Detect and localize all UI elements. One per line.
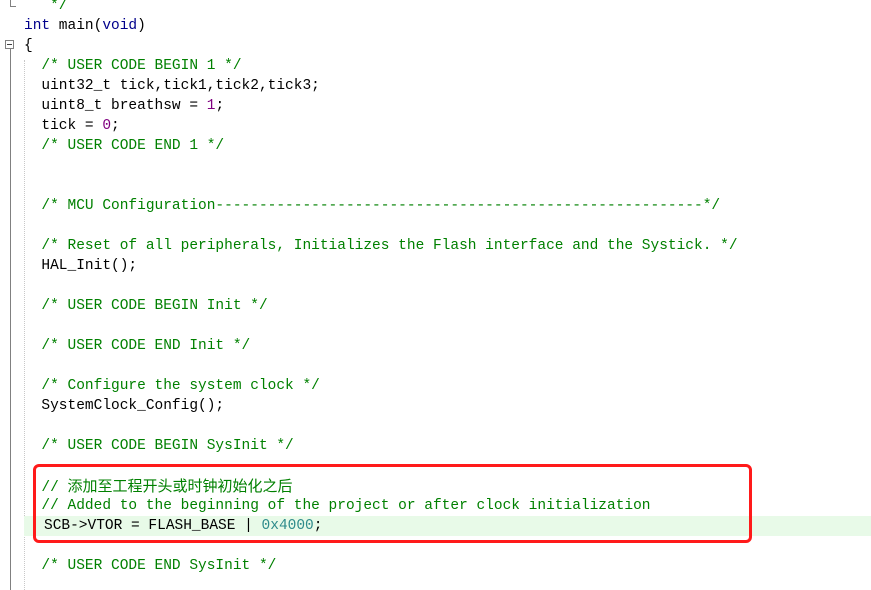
code-token: HAL_Init(); (24, 258, 138, 274)
code-token: /* Reset of all peripherals, Initializes… (24, 238, 738, 254)
code-token: uint32_t tick,tick1,tick2,tick3; (24, 78, 320, 94)
code-token: ) (137, 18, 146, 34)
code-line-text: /* USER CODE END 1 */ (24, 136, 224, 156)
code-line[interactable]: uint8_t breathsw = 1; (0, 96, 871, 116)
code-line-text: /* USER CODE END SysInit */ (24, 556, 276, 576)
code-line[interactable] (0, 276, 871, 296)
code-line[interactable] (0, 356, 871, 376)
code-line[interactable]: { (0, 36, 871, 56)
code-line[interactable]: uint32_t tick,tick1,tick2,tick3; (0, 76, 871, 96)
code-line-text: /* USER CODE BEGIN 1 */ (24, 56, 242, 76)
code-line-text: SystemClock_Config(); (24, 396, 224, 416)
code-line[interactable]: /* USER CODE END Init */ (0, 336, 871, 356)
annotation-highlight-box (33, 464, 752, 543)
code-token: ; (111, 118, 120, 134)
code-token: void (102, 18, 138, 34)
code-line[interactable]: */ (0, 0, 871, 16)
code-line[interactable] (0, 416, 871, 436)
code-token: /* USER CODE BEGIN SysInit */ (24, 438, 294, 454)
code-line[interactable]: tick = 0; (0, 116, 871, 136)
code-line[interactable]: /* USER CODE BEGIN Init */ (0, 296, 871, 316)
code-line-text: /* MCU Configuration--------------------… (24, 196, 720, 216)
code-line[interactable]: /* USER CODE END SysInit */ (0, 556, 871, 576)
code-line[interactable]: /* MCU Configuration--------------------… (0, 196, 871, 216)
code-editor[interactable]: */ int main(void) { /* USER CODE BEGIN 1 *… (0, 0, 871, 590)
code-line[interactable]: HAL_Init(); (0, 256, 871, 276)
code-token: main( (50, 18, 103, 34)
code-token: /* USER CODE BEGIN Init */ (24, 298, 268, 314)
code-line-text: { (24, 36, 33, 56)
code-line-text: uint32_t tick,tick1,tick2,tick3; (24, 76, 320, 96)
code-token: /* MCU Configuration--------------------… (24, 198, 721, 214)
code-token: ; (215, 98, 225, 114)
code-line[interactable] (0, 156, 871, 176)
code-line[interactable]: /* Reset of all peripherals, Initializes… (0, 236, 871, 256)
code-token: /* USER CODE END 1 */ (24, 138, 225, 154)
code-token: /* USER CODE END Init */ (24, 338, 251, 354)
code-line-text: /* USER CODE END Init */ (24, 336, 250, 356)
code-line[interactable] (0, 176, 871, 196)
code-line-text: tick = 0; (24, 116, 120, 136)
code-token: /* USER CODE END SysInit */ (24, 558, 277, 574)
code-line-text: /* USER CODE BEGIN SysInit */ (24, 436, 294, 456)
code-token: /* USER CODE BEGIN 1 */ (24, 58, 242, 74)
code-line[interactable]: /* USER CODE END 1 */ (0, 136, 871, 156)
code-line-text: int main(void) (24, 16, 146, 36)
code-token: tick = (24, 118, 103, 134)
code-token: uint8_t breathsw = (24, 98, 207, 114)
code-line[interactable] (0, 216, 871, 236)
code-line[interactable]: /* USER CODE BEGIN SysInit */ (0, 436, 871, 456)
code-line-text: uint8_t breathsw = 1; (24, 96, 224, 116)
code-token: 0 (102, 118, 112, 134)
code-line[interactable] (0, 316, 871, 336)
code-line-text: */ (24, 0, 68, 16)
code-line-text: /* USER CODE BEGIN Init */ (24, 296, 268, 316)
code-line-text: /* Reset of all peripherals, Initializes… (24, 236, 738, 256)
code-line[interactable]: int main(void) (0, 16, 871, 36)
code-token: /* Configure the system clock */ (24, 378, 320, 394)
code-line-text: /* Configure the system clock */ (24, 376, 320, 396)
code-line[interactable]: /* USER CODE BEGIN 1 */ (0, 56, 871, 76)
code-line[interactable]: SystemClock_Config(); (0, 396, 871, 416)
code-line-text: HAL_Init(); (24, 256, 137, 276)
code-line[interactable]: /* Configure the system clock */ (0, 376, 871, 396)
code-token: int (24, 18, 51, 34)
code-token: */ (24, 0, 68, 14)
code-token: { (24, 38, 33, 54)
code-token: SystemClock_Config(); (24, 398, 225, 414)
